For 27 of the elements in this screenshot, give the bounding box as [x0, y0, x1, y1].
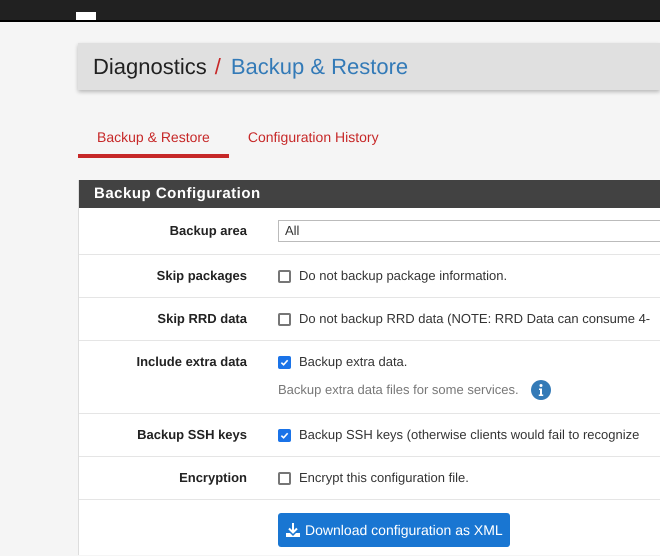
field-label: Skip packages: [156, 268, 247, 283]
breadcrumb-separator: /: [214, 53, 221, 81]
checkbox[interactable]: [278, 356, 291, 368]
field-label: Backup SSH keys: [137, 427, 247, 442]
download-button[interactable]: Download configuration as XML: [278, 513, 510, 547]
tab[interactable]: Backup & Restore: [78, 120, 229, 158]
breadcrumb-page[interactable]: Backup & Restore: [230, 50, 408, 83]
checkbox-label: Backup SSH keys (otherwise clients would fail to recognize: [299, 427, 640, 443]
checkbox-label: Encrypt this configuration file.: [299, 470, 469, 486]
checkbox[interactable]: [278, 428, 291, 442]
panel-title: Backup Configuration: [94, 184, 261, 204]
field-label: Backup area: [170, 223, 247, 238]
field-label: Skip RRD data: [157, 311, 247, 326]
info-icon[interactable]: [530, 380, 551, 400]
help-text: Backup extra data files for some services.: [278, 382, 519, 398]
checkbox[interactable]: [278, 472, 291, 484]
download-icon: [285, 522, 301, 538]
checkbox[interactable]: [278, 312, 291, 326]
field-label: Include extra data: [136, 354, 247, 369]
backup-area-select[interactable]: All: [278, 220, 660, 242]
tab[interactable]: Configuration History: [228, 120, 398, 158]
breadcrumb-section[interactable]: Diagnostics: [93, 50, 207, 83]
checkbox[interactable]: [278, 270, 291, 282]
field-label: Encryption: [179, 470, 247, 485]
checkbox-label: Do not backup package information.: [299, 268, 508, 284]
checkbox-label: Backup extra data.: [299, 354, 408, 370]
checkbox-label: Do not backup RRD data (NOTE: RRD Data can consume 4-: [299, 311, 650, 327]
